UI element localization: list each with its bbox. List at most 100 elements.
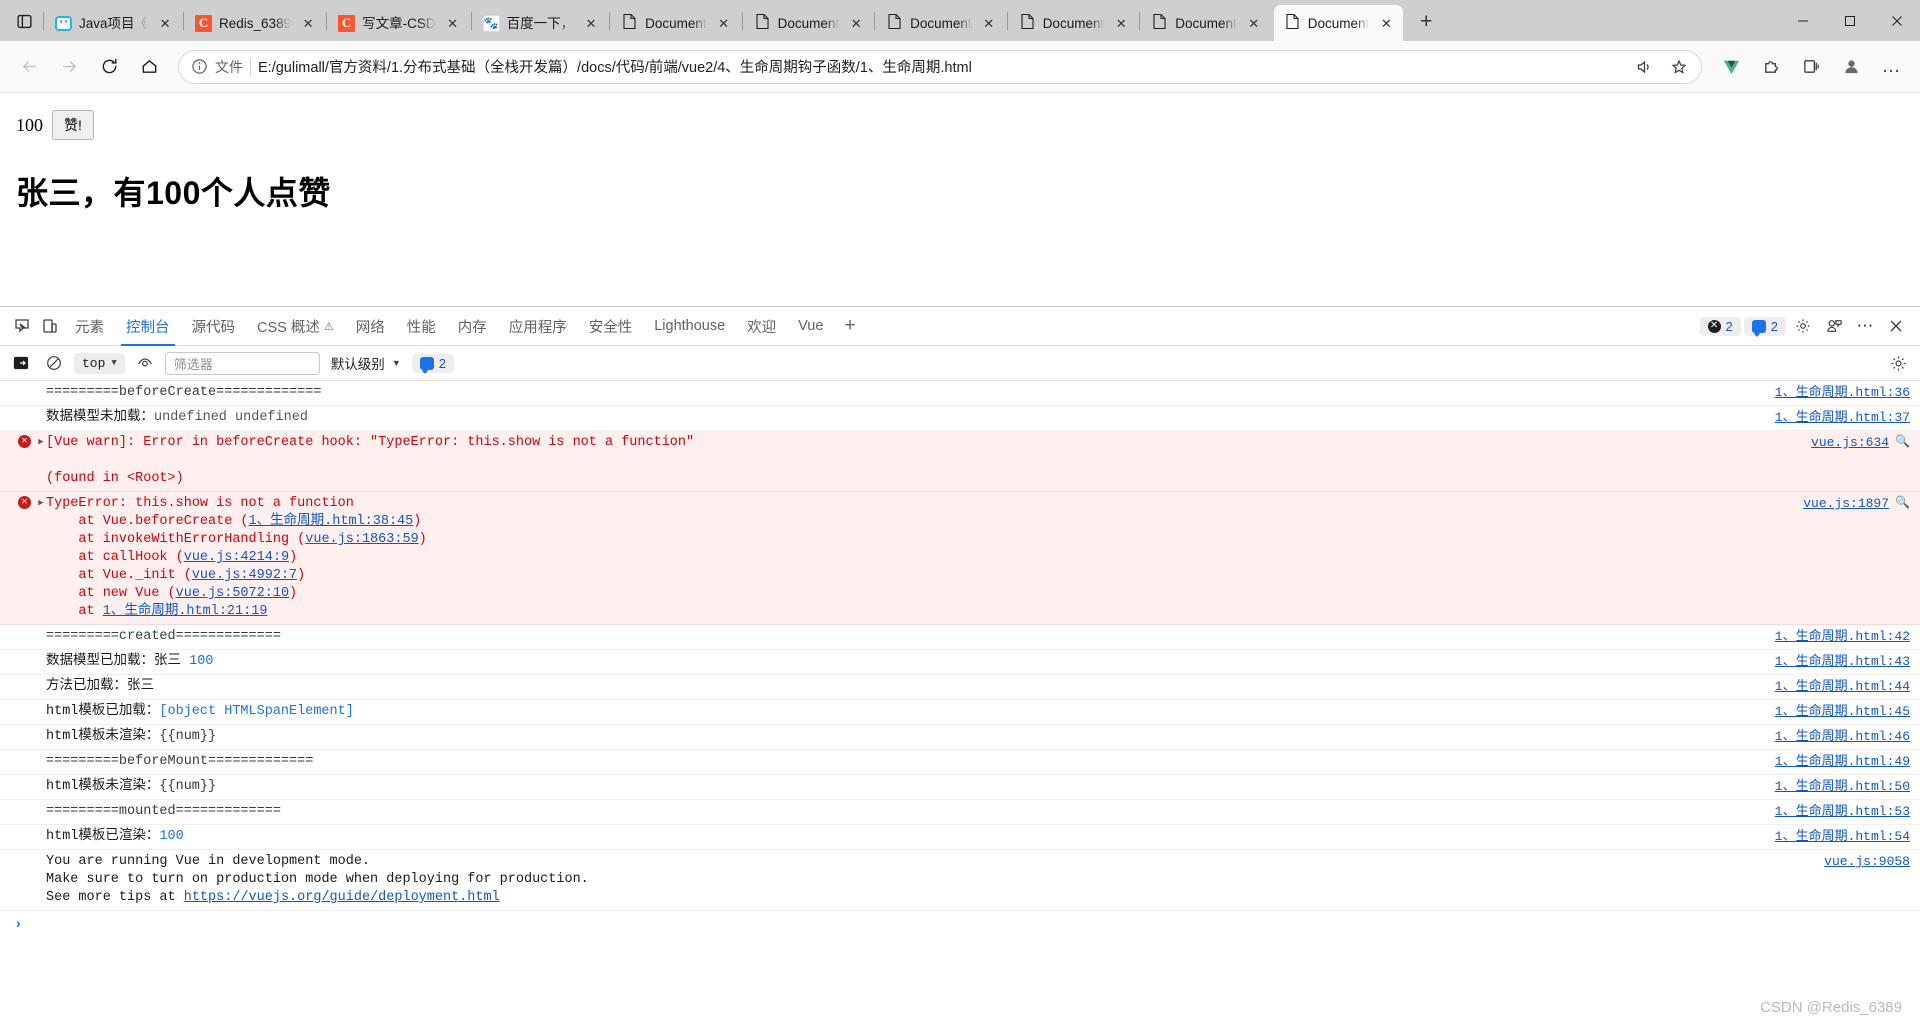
console-message-row[interactable]: html模板已加载：[object HTMLSpanElement] 1、生命周期…: [0, 700, 1920, 725]
console-source-link[interactable]: 1、生命周期.html:42: [1775, 628, 1910, 646]
browser-tab[interactable]: 🐾 百度一下， ✕: [473, 5, 609, 41]
address-bar[interactable]: 文件 E:/gulimall/官方资料/1.分布式基础（全栈开发篇）/docs/…: [178, 49, 1702, 84]
console-filter-input[interactable]: 筛选器: [164, 351, 320, 375]
live-expression-icon[interactable]: [132, 350, 158, 376]
devtools-more-icon[interactable]: ⋯: [1851, 312, 1879, 340]
close-icon[interactable]: ✕: [1111, 13, 1131, 33]
expand-arrow-icon[interactable]: ▶: [36, 496, 46, 508]
devtools-tab-元素[interactable]: 元素: [64, 307, 115, 346]
devtools-tab-性能[interactable]: 性能: [396, 307, 447, 346]
console-message-row[interactable]: html模板已渲染：100 1、生命周期.html:54: [0, 825, 1920, 850]
home-button[interactable]: [130, 48, 168, 86]
console-message-row[interactable]: 数据模型未加载：undefined undefined 1、生命周期.html:3…: [0, 406, 1920, 431]
gear-icon[interactable]: [1789, 312, 1817, 340]
console-sidebar-icon[interactable]: [8, 350, 34, 376]
close-icon[interactable]: ✕: [443, 13, 463, 33]
devtools-close-icon[interactable]: [1882, 312, 1910, 340]
stack-frame-link[interactable]: https://vuejs.org/guide/deployment.html: [184, 890, 500, 905]
close-icon[interactable]: ✕: [1244, 13, 1264, 33]
console-source-link[interactable]: 1、生命周期.html:53: [1775, 803, 1910, 821]
profile-icon[interactable]: [1832, 48, 1870, 86]
devtools-tab-CSS 概述[interactable]: CSS 概述 ⚠: [246, 307, 345, 346]
close-icon[interactable]: ✕: [155, 13, 175, 33]
maximize-button[interactable]: [1826, 0, 1873, 41]
close-icon[interactable]: ✕: [714, 13, 734, 33]
like-button[interactable]: 赞!: [52, 110, 94, 140]
console-source-link[interactable]: 1、生命周期.html:44: [1775, 678, 1910, 696]
search-icon[interactable]: 🔍: [1895, 434, 1910, 449]
execution-context-select[interactable]: top ▼: [74, 352, 125, 374]
stack-frame-link[interactable]: vue.js:1863:59: [305, 532, 418, 547]
close-icon[interactable]: ✕: [1376, 13, 1396, 33]
star-icon[interactable]: [1665, 53, 1693, 81]
site-info-icon[interactable]: [191, 58, 208, 75]
browser-tab[interactable]: Document ✕: [1141, 5, 1271, 41]
close-icon[interactable]: ✕: [846, 13, 866, 33]
vue-extension-icon[interactable]: [1712, 48, 1750, 86]
console-source-link[interactable]: 1、生命周期.html:43: [1775, 653, 1910, 671]
devtools-tab-安全性[interactable]: 安全性: [578, 307, 644, 346]
console-message-list[interactable]: =========beforeCreate============= 1、生命周期…: [0, 381, 1920, 1030]
stack-frame-link[interactable]: vue.js:5072:10: [176, 586, 289, 601]
info-count-badge[interactable]: 2: [1743, 316, 1786, 336]
console-source-link[interactable]: vue.js:9058: [1824, 853, 1910, 871]
close-icon[interactable]: ✕: [979, 13, 999, 33]
stack-frame-link[interactable]: vue.js:4992:7: [192, 568, 297, 583]
devtools-feedback-icon[interactable]: [1820, 312, 1848, 340]
devtools-tab-Lighthouse[interactable]: Lighthouse: [643, 307, 736, 346]
read-aloud-icon[interactable]: [1630, 53, 1658, 81]
console-message-row[interactable]: =========beforeMount============= 1、生命周期.…: [0, 750, 1920, 775]
browser-tab[interactable]: Java项目《 ✕: [45, 5, 182, 41]
console-message-row[interactable]: You are running Vue in development mode.…: [0, 850, 1920, 911]
devtools-tab-网络[interactable]: 网络: [345, 307, 396, 346]
devtools-tab-源代码[interactable]: 源代码: [181, 307, 247, 346]
browser-tab[interactable]: Document ✕: [744, 5, 874, 41]
close-button[interactable]: [1873, 0, 1920, 41]
error-count-badge[interactable]: ✕ 2: [1699, 316, 1741, 336]
minimize-button[interactable]: [1779, 0, 1826, 41]
browser-tab-active[interactable]: Document ✕: [1273, 5, 1404, 41]
devtools-add-tab-button[interactable]: +: [834, 315, 865, 337]
reload-button[interactable]: [90, 48, 128, 86]
browser-tab[interactable]: Document ✕: [1009, 5, 1139, 41]
inspect-element-icon[interactable]: [8, 312, 36, 340]
forward-button[interactable]: [50, 48, 88, 86]
close-icon[interactable]: ✕: [298, 13, 318, 33]
url-text[interactable]: E:/gulimall/官方资料/1.分布式基础（全栈开发篇）/docs/代码/…: [258, 56, 1623, 77]
console-source-link[interactable]: 1、生命周期.html:50: [1775, 778, 1910, 796]
close-icon[interactable]: ✕: [581, 13, 601, 33]
console-source-link[interactable]: 1、生命周期.html:46: [1775, 728, 1910, 746]
extensions-icon[interactable]: [1752, 48, 1790, 86]
console-message-row[interactable]: html模板未渲染：{{num}} 1、生命周期.html:50: [0, 775, 1920, 800]
collections-icon[interactable]: [1792, 48, 1830, 86]
console-prompt[interactable]: ›: [0, 911, 1920, 939]
back-button[interactable]: [10, 48, 48, 86]
console-source-link[interactable]: vue.js:634: [1811, 434, 1889, 452]
browser-tab[interactable]: C Redis_6389 ✕: [185, 5, 325, 41]
console-message-row[interactable]: 数据模型已加载：张三 100 1、生命周期.html:43: [0, 650, 1920, 675]
console-message-row[interactable]: ✕ ▶ TypeError: this.show is not a function…: [0, 492, 1920, 625]
console-message-row[interactable]: html模板未渲染：{{num}} 1、生命周期.html:46: [0, 725, 1920, 750]
log-level-select[interactable]: 默认级别 ▼: [327, 353, 405, 373]
devtools-tab-Vue[interactable]: Vue: [787, 307, 834, 346]
console-message-row[interactable]: ✕ ▶ [Vue warn]: Error in beforeCreate hook…: [0, 431, 1920, 492]
browser-tab[interactable]: C 写文章-CSD ✕: [328, 5, 470, 41]
stack-frame-link[interactable]: 1、生命周期.html:38:45: [249, 514, 414, 529]
stack-frame-link[interactable]: 1、生命周期.html:21:19: [103, 604, 268, 619]
console-message-row[interactable]: 方法已加载：张三 1、生命周期.html:44: [0, 675, 1920, 700]
console-source-link[interactable]: 1、生命周期.html:54: [1775, 828, 1910, 846]
console-message-row[interactable]: =========created============= 1、生命周期.html…: [0, 625, 1920, 650]
console-settings-icon[interactable]: [1884, 349, 1912, 377]
browser-tab[interactable]: Document ✕: [876, 5, 1006, 41]
expand-arrow-icon[interactable]: ▶: [36, 435, 46, 447]
browser-tab[interactable]: Document ✕: [611, 5, 741, 41]
device-toolbar-icon[interactable]: [36, 312, 64, 340]
stack-frame-link[interactable]: vue.js:4214:9: [184, 550, 289, 565]
console-source-link[interactable]: 1、生命周期.html:37: [1775, 409, 1910, 427]
tab-search-icon[interactable]: [6, 4, 42, 38]
console-message-row[interactable]: =========mounted============= 1、生命周期.html…: [0, 800, 1920, 825]
console-source-link[interactable]: 1、生命周期.html:36: [1775, 384, 1910, 402]
console-message-row[interactable]: =========beforeCreate============= 1、生命周期…: [0, 381, 1920, 406]
clear-console-icon[interactable]: [41, 350, 67, 376]
devtools-tab-内存[interactable]: 内存: [447, 307, 498, 346]
